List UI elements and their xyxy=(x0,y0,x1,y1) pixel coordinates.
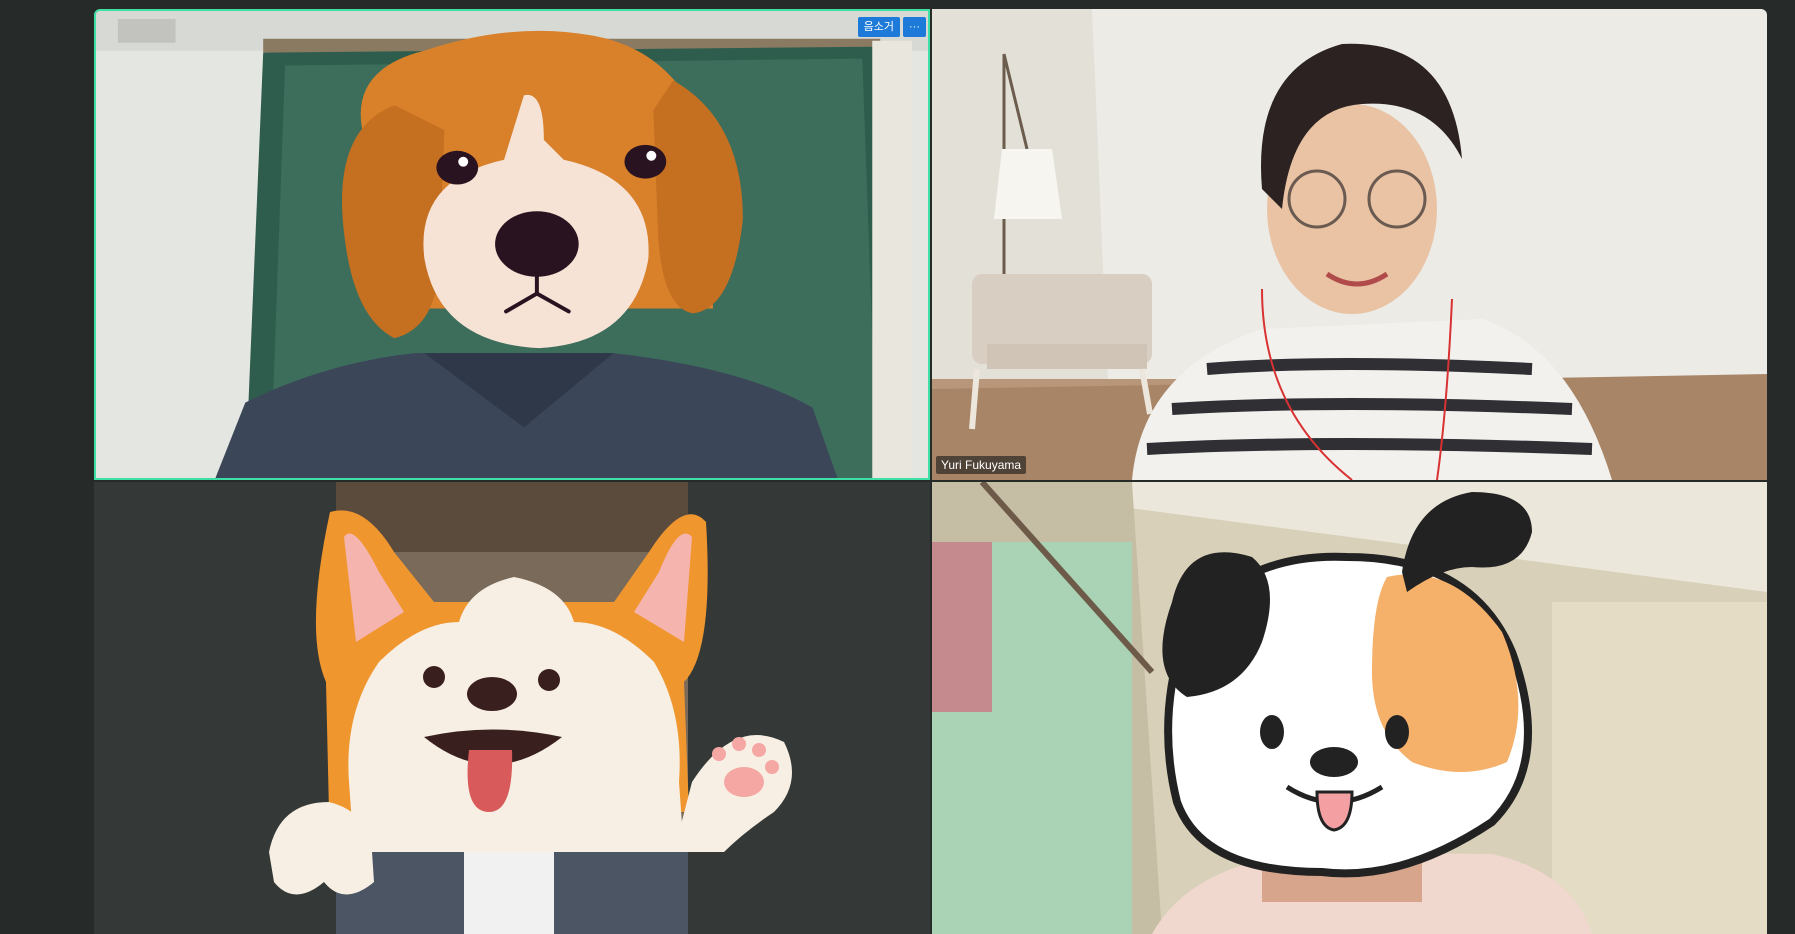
participant-name-label: Yuri Fukuyama xyxy=(936,456,1027,474)
tile-controls: 음소거 ··· xyxy=(857,17,926,37)
participant-tile-4[interactable] xyxy=(932,482,1767,934)
video-feed-4 xyxy=(932,482,1767,934)
video-feed-1 xyxy=(96,11,928,478)
participant-tile-1[interactable]: 음소거 ··· xyxy=(94,9,930,480)
participant-tile-2[interactable]: Yuri Fukuyama xyxy=(932,9,1767,480)
mute-button[interactable]: 음소거 xyxy=(857,17,900,37)
video-gallery: 음소거 ··· Yuri Fukuyama xyxy=(0,0,1795,934)
participant-tile-3[interactable] xyxy=(94,482,930,934)
video-feed-2 xyxy=(932,9,1767,480)
more-options-button[interactable]: ··· xyxy=(903,17,926,37)
video-feed-3 xyxy=(94,482,930,934)
